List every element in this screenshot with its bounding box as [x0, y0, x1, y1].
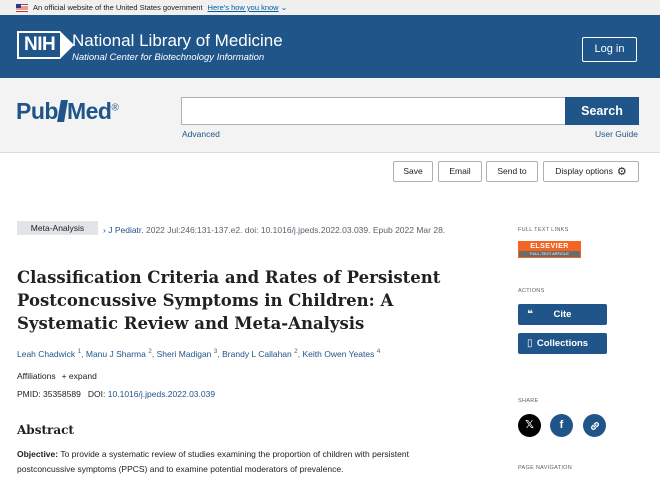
page-navigation-heading: Page navigation [518, 465, 573, 471]
pubmed-logo[interactable]: Pub Med® [16, 98, 119, 125]
save-button[interactable]: Save [393, 161, 433, 182]
abstract-heading: Abstract [17, 423, 74, 437]
pmid-value: 35358589 [43, 389, 81, 399]
cite-label: Cite [553, 309, 572, 320]
login-button[interactable]: Log in [582, 37, 637, 62]
article-identifiers: PMID: 35358589 DOI: 10.1016/j.jpeds.2022… [17, 389, 215, 399]
author-link[interactable]: Sheri Madigan [157, 349, 212, 359]
full-text-links-heading: Full text links [518, 227, 569, 233]
elsevier-full-text-link[interactable]: ELSEVIER FULL-TEXT ARTICLE [518, 241, 581, 258]
gear-icon: ⚙ [616, 166, 627, 178]
journal-link[interactable]: › J Pediatr. [103, 225, 144, 235]
nlm-subtitle: National Center for Biotechnology Inform… [72, 52, 265, 63]
search-input[interactable] [181, 97, 566, 125]
doi-link[interactable]: 10.1016/j.jpeds.2022.03.039 [108, 389, 215, 399]
collections-label: Collections [536, 338, 589, 349]
article-title: Classification Criteria and Rates of Per… [17, 268, 441, 333]
actions-heading: Actions [518, 288, 545, 294]
nih-logo-text: NIH [17, 31, 61, 59]
author-link[interactable]: Keith Owen Yeates [303, 349, 375, 359]
gov-banner-text: An official website of the United States… [33, 3, 203, 12]
collections-button[interactable]: ▯ Collections [518, 333, 607, 354]
author-link[interactable]: Brandy L Callahan [222, 349, 292, 359]
share-heading: Share [518, 398, 539, 404]
expand-label[interactable]: + expand [62, 371, 97, 381]
citation-line: › J Pediatr. 2022 Jul:246:131-137.e2. do… [17, 221, 457, 239]
objective-label: Objective: [17, 449, 59, 459]
link-chain-icon [590, 421, 599, 430]
copy-link-icon[interactable] [583, 414, 606, 437]
doi-label: DOI: [87, 389, 106, 399]
abstract-objective: Objective: To provide a systematic revie… [17, 447, 457, 477]
author-link[interactable]: Manu J Sharma [86, 349, 146, 359]
registered-mark: ® [111, 102, 119, 114]
pubmed-logo-med: Med [66, 98, 112, 124]
display-options-label: Display options [555, 166, 613, 176]
journal-link-label: J Pediatr. [108, 225, 144, 235]
x-twitter-share-icon[interactable]: 𝕏 [518, 414, 541, 437]
email-button[interactable]: Email [438, 161, 482, 182]
elsevier-subtext: FULL-TEXT ARTICLE [519, 251, 580, 257]
nih-logo[interactable]: NIH [17, 31, 75, 59]
cite-button[interactable]: ❝ Cite [518, 304, 607, 325]
us-flag-icon [16, 3, 28, 12]
search-button[interactable]: Search [565, 97, 639, 125]
authors-list: Leah Chadwick 1, Manu J Sharma 2, Sheri … [17, 348, 381, 359]
affiliations-toggle[interactable]: Affiliations + expand [17, 371, 97, 381]
gov-banner: An official website of the United States… [0, 0, 660, 15]
facebook-share-icon[interactable]: f [550, 414, 573, 437]
user-guide-link[interactable]: User Guide [595, 129, 638, 139]
nlm-title[interactable]: National Library of Medicine [72, 32, 283, 50]
objective-text: To provide a systematic review of studie… [17, 449, 409, 474]
advanced-search-link[interactable]: Advanced [182, 129, 220, 139]
affiliations-label: Affiliations [17, 371, 56, 381]
elsevier-logo-text: ELSEVIER [519, 242, 580, 251]
author-link[interactable]: Leah Chadwick [17, 349, 75, 359]
heres-how-you-know-link[interactable]: Here's how you know [208, 3, 279, 12]
chevron-down-icon[interactable]: ⌄ [281, 3, 288, 12]
search-bar-area: Pub Med® Search Advanced User Guide [0, 78, 660, 153]
pubmed-logo-pub: Pub [16, 98, 58, 124]
display-options-button[interactable]: Display options ⚙ [543, 161, 639, 182]
pmid-label: PMID: [17, 389, 41, 399]
citation-text: 2022 Jul:246:131-137.e2. doi: 10.1016/j.… [143, 225, 446, 235]
nlm-header: NIH National Library of Medicine Nationa… [0, 15, 660, 78]
send-to-button[interactable]: Send to [486, 161, 538, 182]
author-affiliation-number[interactable]: 4 [377, 348, 381, 355]
